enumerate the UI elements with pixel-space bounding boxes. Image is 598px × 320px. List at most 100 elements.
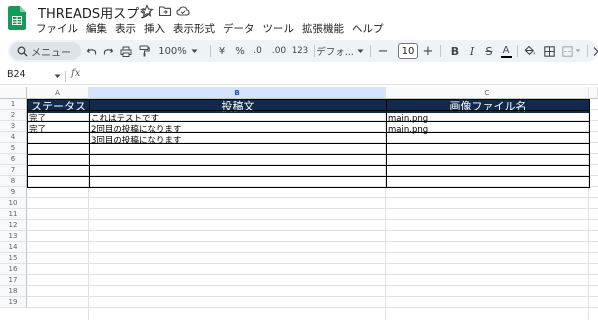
move-to-folder-icon[interactable]	[158, 4, 172, 18]
header-cell-status[interactable]: ステータス	[28, 100, 89, 113]
column-header-d[interactable]	[589, 87, 598, 99]
header-cell-post-text[interactable]: 投稿文	[90, 100, 386, 113]
borders-button[interactable]	[542, 40, 556, 62]
row-header-15[interactable]: 15	[0, 253, 27, 264]
italic-button[interactable]: I	[465, 40, 479, 62]
column-header-b[interactable]: B	[89, 87, 386, 99]
row-header-16[interactable]: 16	[0, 264, 27, 275]
cell-b2[interactable]: これはテストです	[89, 114, 159, 124]
row-header-12[interactable]: 12	[0, 220, 27, 231]
increase-decimal-button[interactable]: .00	[269, 40, 289, 62]
search-menus-label: メニュー	[31, 47, 71, 59]
menu-data[interactable]: データ	[223, 21, 255, 37]
more-formats-button[interactable]: 123	[291, 40, 309, 62]
menu-view[interactable]: 表示	[115, 21, 136, 37]
text-color-button[interactable]: A	[499, 40, 513, 62]
table-border-v	[589, 99, 590, 188]
search-icon	[17, 46, 28, 56]
chevron-down-icon	[191, 49, 198, 53]
gridline-row-14	[27, 252, 598, 253]
row-header-2[interactable]: 2	[0, 110, 27, 121]
gridline-row-10	[27, 208, 598, 209]
column-header-a[interactable]: A	[27, 87, 89, 99]
menu-tools[interactable]: ツール	[263, 21, 295, 37]
menu-file[interactable]: ファイル	[36, 21, 78, 37]
document-title[interactable]: THREADS用スプシ	[38, 3, 152, 22]
cell-c3[interactable]: main.png	[386, 125, 428, 135]
row-header-9[interactable]: 9	[0, 187, 27, 198]
menu-insert[interactable]: 挿入	[144, 21, 165, 37]
gridline-row-11	[27, 219, 598, 220]
sheets-logo-icon[interactable]	[8, 6, 26, 30]
row-header-14[interactable]: 14	[0, 242, 27, 253]
fill-color-button[interactable]	[523, 40, 537, 62]
table-border-h	[27, 187, 590, 188]
search-menus-box[interactable]: メニュー	[10, 42, 81, 60]
font-select[interactable]: デフォ...	[316, 40, 364, 62]
row-header-10[interactable]: 10	[0, 198, 27, 209]
row-header-18[interactable]: 18	[0, 286, 27, 297]
cell-b3[interactable]: 2回目の投稿になります	[89, 125, 181, 135]
cell-c2[interactable]: main.png	[386, 114, 428, 124]
text-color-letter: A	[502, 44, 510, 56]
redo-button[interactable]	[101, 40, 115, 62]
row-header-17[interactable]: 17	[0, 275, 27, 286]
toolbar: メニュー 100% ¥ % .0 .00 123 デフォ... − 10 + B…	[8, 40, 598, 62]
row-header-7[interactable]: 7	[0, 165, 27, 176]
gridline-row-18	[27, 296, 598, 297]
format-currency-button[interactable]: ¥	[216, 40, 228, 62]
font-size-input[interactable]: 10	[398, 43, 418, 59]
increase-decimal-label: .00	[271, 46, 287, 56]
strikethrough-button[interactable]: S	[482, 40, 496, 62]
cell-b4[interactable]: 3回目の投稿になります	[89, 136, 181, 146]
formula-input[interactable]	[86, 68, 591, 84]
row-header-1[interactable]: 1	[0, 99, 27, 110]
gridline-row-16	[27, 274, 598, 275]
row-header-19[interactable]: 19	[0, 297, 27, 308]
name-box[interactable]: B24	[7, 69, 26, 80]
select-all-corner[interactable]	[0, 87, 27, 99]
print-button[interactable]	[119, 40, 133, 62]
cell-a3[interactable]: 完了	[27, 125, 46, 135]
more-toolbar-button[interactable]	[591, 40, 598, 62]
column-header-c[interactable]: C	[386, 87, 589, 99]
menu-format[interactable]: 表示形式	[173, 21, 215, 37]
gridline-row-17	[27, 285, 598, 286]
row-header-3[interactable]: 3	[0, 121, 27, 132]
gridline-row-19	[27, 307, 598, 308]
table-border-h	[27, 110, 590, 111]
decrease-font-size-button[interactable]: −	[376, 40, 390, 62]
row-header-6[interactable]: 6	[0, 154, 27, 165]
format-percent-button[interactable]: %	[234, 40, 246, 62]
table-border-h	[27, 132, 590, 133]
row-header-8[interactable]: 8	[0, 176, 27, 187]
menu-edit[interactable]: 編集	[86, 21, 107, 37]
cloud-status-icon[interactable]	[176, 4, 190, 18]
paint-format-button[interactable]	[137, 40, 151, 62]
chevron-down-icon	[357, 49, 364, 53]
zoom-select[interactable]: 100%	[158, 40, 198, 62]
table-border-h	[27, 121, 590, 122]
row-header-4[interactable]: 4	[0, 132, 27, 143]
font-select-value: デフォ...	[316, 47, 354, 58]
header-cell-image-filename[interactable]: 画像ファイル名	[387, 100, 589, 113]
row-header-13[interactable]: 13	[0, 231, 27, 242]
chevron-down-icon[interactable]	[54, 74, 61, 79]
star-icon[interactable]	[140, 4, 154, 18]
zoom-value: 100%	[158, 45, 187, 57]
menu-help[interactable]: ヘルプ	[352, 21, 384, 37]
menu-extensions[interactable]: 拡張機能	[302, 21, 344, 37]
merge-cells-button[interactable]	[561, 40, 581, 62]
table-border-h	[27, 99, 590, 100]
decrease-decimal-button[interactable]: .0	[249, 40, 266, 62]
row-header-5[interactable]: 5	[0, 143, 27, 154]
gridline-row-12	[27, 230, 598, 231]
undo-button[interactable]	[84, 40, 98, 62]
increase-font-size-button[interactable]: +	[421, 40, 435, 62]
cell-a2[interactable]: 完了	[27, 114, 46, 124]
bold-button[interactable]: B	[448, 40, 462, 62]
spreadsheet-grid[interactable]: A B C 1 2 3 4 5 6 7 8 9 10 11 12 13 14 15 16 17 18 19 ステータ…	[0, 87, 598, 320]
borders-icon	[543, 45, 555, 57]
table-border-v	[386, 99, 387, 188]
row-header-11[interactable]: 11	[0, 209, 27, 220]
